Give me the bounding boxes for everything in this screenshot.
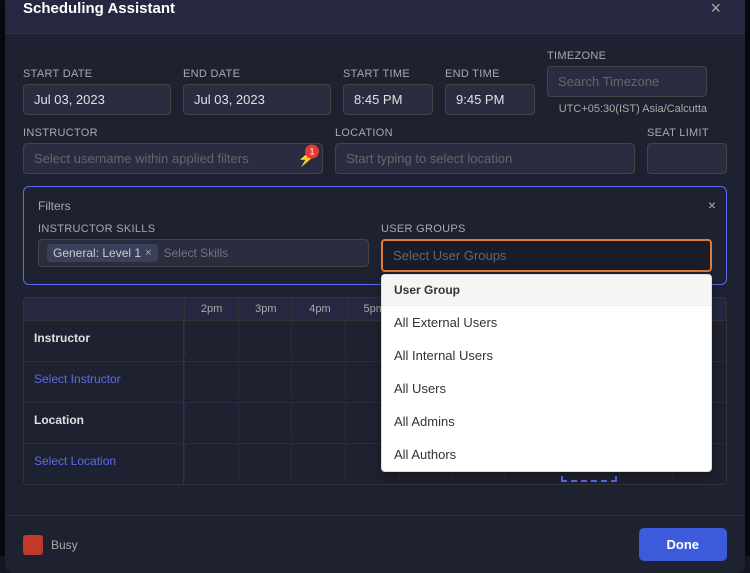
skill-tag-remove[interactable]: × xyxy=(145,247,151,259)
start-date-label: Start Date xyxy=(23,68,171,80)
schedule-cell xyxy=(291,362,345,398)
user-groups-group: User Groups User Group All External User… xyxy=(381,223,712,272)
start-date-group: Start Date xyxy=(23,68,171,115)
filters-close-button[interactable]: × xyxy=(708,197,716,213)
schedule-cell xyxy=(184,321,238,357)
skills-text-input[interactable] xyxy=(164,246,361,260)
schedule-row-label-instructor: Instructor xyxy=(24,321,184,361)
instructor-group: Instructor ⚡ 1 xyxy=(23,127,323,174)
start-date-input[interactable] xyxy=(23,84,171,115)
instructor-location-row: Instructor ⚡ 1 Location Seat Limit xyxy=(23,127,727,174)
schedule-row-label-select-location: Select Location xyxy=(24,444,184,484)
modal-body: Start Date End Date Start Time End Time … xyxy=(5,34,745,515)
seat-limit-label: Seat Limit xyxy=(647,127,727,139)
filters-title: Filters xyxy=(38,199,712,213)
schedule-row-label-select-instructor: Select Instructor xyxy=(24,362,184,402)
end-date-input[interactable] xyxy=(183,84,331,115)
legend-item: Busy xyxy=(23,535,78,555)
timezone-note: UTC+05:30(IST) Asia/Calcutta xyxy=(547,103,707,115)
location-input[interactable] xyxy=(335,143,635,174)
timezone-group: Timezone UTC+05:30(IST) Asia/Calcutta xyxy=(547,50,707,115)
skill-tag-label: General: Level 1 xyxy=(53,246,141,260)
schedule-cell xyxy=(184,403,238,439)
schedule-cell xyxy=(184,362,238,398)
schedule-cell xyxy=(291,321,345,357)
instructor-skills-group: Instructor Skills General: Level 1 × xyxy=(38,223,369,267)
modal: Scheduling Assistant × Start Date End Da… xyxy=(5,0,745,573)
time-col-4pm: 4pm xyxy=(292,298,346,320)
user-groups-dropdown: User Group All External Users All Intern… xyxy=(381,274,712,472)
schedule-row-label-location: Location xyxy=(24,403,184,443)
location-label: Location xyxy=(335,127,635,139)
instructor-input-wrap: ⚡ 1 xyxy=(23,143,323,174)
skill-tag: General: Level 1 × xyxy=(47,244,158,262)
schedule-header-label xyxy=(24,298,184,320)
end-time-input[interactable] xyxy=(445,84,535,115)
dropdown-section-header: User Group xyxy=(382,275,711,306)
schedule-cell xyxy=(291,444,345,480)
timezone-input[interactable] xyxy=(547,66,707,97)
instructor-input[interactable] xyxy=(23,143,323,174)
legend-busy-box xyxy=(23,535,43,555)
end-date-group: End Date xyxy=(183,68,331,115)
legend-busy-label: Busy xyxy=(51,538,78,552)
skills-input-wrap[interactable]: General: Level 1 × xyxy=(38,239,369,267)
dropdown-item-1[interactable]: All Internal Users xyxy=(382,339,711,372)
start-time-label: Start Time xyxy=(343,68,433,80)
end-date-label: End Date xyxy=(183,68,331,80)
user-groups-label: User Groups xyxy=(381,223,712,235)
schedule-cell xyxy=(238,403,292,439)
timezone-label: Timezone xyxy=(547,50,707,62)
filter-badge: ⚡ 1 xyxy=(298,150,315,167)
schedule-cell xyxy=(291,403,345,439)
time-col-2pm: 2pm xyxy=(184,298,238,320)
instructor-label: Instructor xyxy=(23,127,323,139)
modal-header: Scheduling Assistant × xyxy=(5,0,745,34)
dropdown-item-3[interactable]: All Admins xyxy=(382,405,711,438)
modal-footer: Busy Done xyxy=(5,515,745,573)
dropdown-item-0[interactable]: All External Users xyxy=(382,306,711,339)
start-time-group: Start Time xyxy=(343,68,433,115)
done-button[interactable]: Done xyxy=(639,528,728,561)
end-time-group: End Time xyxy=(445,68,535,115)
schedule-cell xyxy=(238,444,292,480)
location-group: Location xyxy=(335,127,635,174)
schedule-cell xyxy=(184,444,238,480)
user-groups-input[interactable] xyxy=(381,239,712,272)
schedule-cell xyxy=(238,362,292,398)
start-time-input[interactable] xyxy=(343,84,433,115)
time-col-3pm: 3pm xyxy=(238,298,292,320)
schedule-cell xyxy=(238,321,292,357)
end-time-label: End Time xyxy=(445,68,535,80)
dropdown-item-4[interactable]: All Authors xyxy=(382,438,711,471)
filters-row: Instructor Skills General: Level 1 × Use… xyxy=(38,223,712,272)
modal-overlay: Scheduling Assistant × Start Date End Da… xyxy=(0,0,750,556)
modal-title: Scheduling Assistant xyxy=(23,0,175,17)
filters-panel: Filters × Instructor Skills General: Lev… xyxy=(23,186,727,285)
seat-limit-input[interactable] xyxy=(647,143,727,174)
date-time-row: Start Date End Date Start Time End Time … xyxy=(23,50,727,115)
close-button[interactable]: × xyxy=(704,0,727,19)
instructor-skills-label: Instructor Skills xyxy=(38,223,369,235)
dropdown-item-2[interactable]: All Users xyxy=(382,372,711,405)
seat-limit-group: Seat Limit xyxy=(647,127,727,174)
